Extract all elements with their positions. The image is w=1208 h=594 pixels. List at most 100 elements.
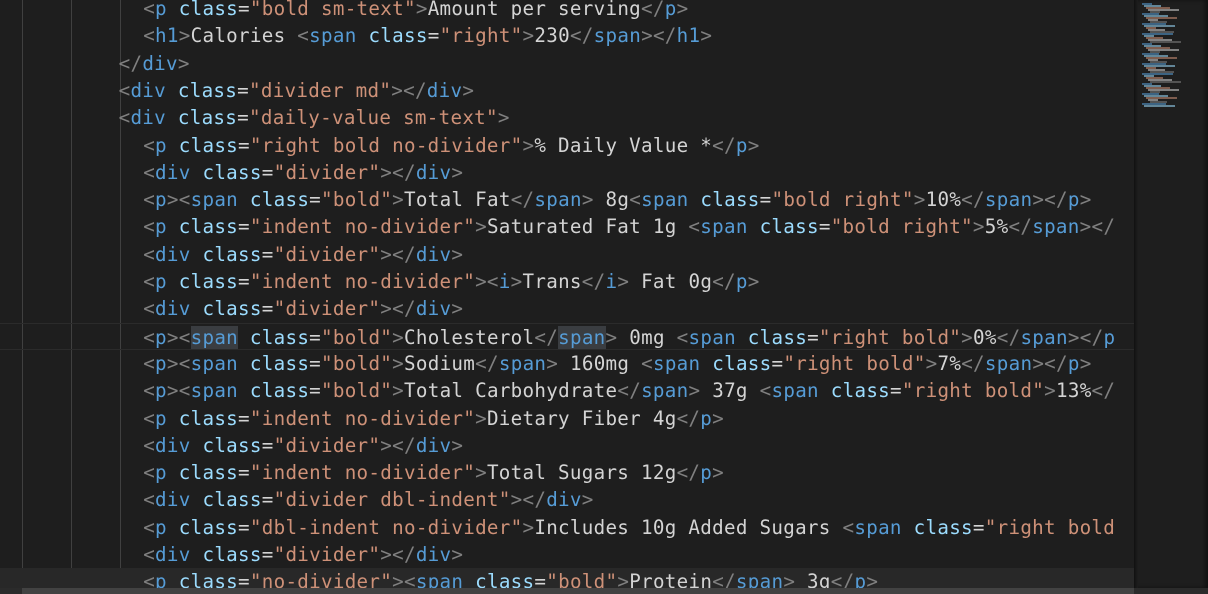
code-token: > [925, 351, 938, 375]
minimap-shadow [1134, 0, 1138, 588]
code-line[interactable]: <p><span class="bold">Sodium</span> 160m… [0, 350, 1134, 377]
minimap[interactable] [1134, 0, 1208, 588]
code-token: span [498, 351, 547, 375]
code-token: > [1044, 379, 1056, 403]
code-token: > [546, 351, 559, 375]
code-line[interactable]: <p class="indent no-divider">Total Sugar… [0, 459, 1134, 486]
code-token: span [309, 24, 357, 48]
code-line[interactable]: <div class="daily-value sm-text"> [0, 104, 1134, 131]
code-token: class [178, 461, 239, 485]
code-token: class [178, 406, 239, 430]
code-line-content: <div class="divider"></div> [143, 541, 463, 568]
code-line-content: <p><span class="bold">Cholesterol</span>… [143, 324, 1115, 351]
code-token: p [155, 515, 167, 539]
minimap-row [1150, 81, 1181, 83]
code-token: span [854, 515, 902, 539]
code-token: > [688, 379, 701, 403]
code-line[interactable]: <p><span class="bold">Total Carbohydrate… [0, 377, 1134, 404]
code-token: class [202, 488, 262, 512]
code-token: div [415, 433, 452, 457]
code-token: "divider" [273, 543, 381, 566]
code-line[interactable]: <div class="divider"></div> [0, 541, 1134, 568]
code-token: ></ [380, 433, 416, 457]
code-token: > [178, 24, 191, 48]
code-line[interactable]: <p class="indent no-divider">Dietary Fib… [0, 405, 1134, 432]
code-token: > [581, 188, 594, 212]
code-line[interactable]: <p class="bold sm-text">Amount per servi… [0, 0, 1134, 22]
code-token: p [1067, 188, 1080, 212]
code-line[interactable]: <p><span class="bold">Total Fat</span> 8… [0, 186, 1134, 213]
code-token: < [143, 160, 156, 184]
code-token: "no-divider" [249, 570, 393, 588]
code-token: > [451, 160, 464, 184]
code-token: > [605, 325, 618, 349]
code-line[interactable]: <p class="no-divider"><span class="bold"… [0, 568, 1134, 588]
code-token: < [143, 351, 156, 375]
code-token: > [972, 215, 985, 239]
horizontal-scrollbar[interactable] [0, 588, 1208, 594]
code-token: div [415, 242, 452, 266]
code-token: p [155, 325, 167, 349]
code-token: = [427, 24, 440, 48]
code-editor[interactable]: <p class="bold sm-text">Amount per servi… [0, 0, 1134, 588]
code-line[interactable]: <p class="indent no-divider">Saturated F… [0, 213, 1134, 240]
code-token: ></ [380, 543, 416, 566]
code-token: </ [569, 24, 594, 48]
code-token: > [451, 543, 464, 566]
code-token: </ [676, 406, 701, 430]
code-token: < [143, 24, 156, 48]
code-line[interactable]: <p class="right bold no-divider">% Daily… [0, 132, 1134, 159]
code-line[interactable]: </div> [0, 50, 1134, 77]
code-token: </ [676, 461, 701, 485]
code-token: div [426, 78, 463, 102]
code-line[interactable]: <div class="divider"></div> [0, 241, 1134, 268]
code-token: > [392, 325, 405, 349]
code-token: class [202, 160, 262, 184]
code-token: < [629, 188, 642, 212]
code-token: Amount per serving [427, 0, 642, 20]
code-token: 8g [593, 188, 630, 212]
code-line-content: <div class="divider"></div> [143, 295, 463, 322]
code-token: ></ [380, 242, 416, 266]
code-token: div [546, 488, 582, 512]
code-token: = [534, 570, 547, 588]
code-line[interactable]: <p class="indent no-divider"><i>Trans</i… [0, 268, 1134, 295]
code-line[interactable]: <p class="dbl-indent no-divider">Include… [0, 514, 1134, 541]
code-token: > [1079, 188, 1092, 212]
code-token: = [261, 488, 274, 512]
code-token: "right bold" [901, 379, 1045, 403]
code-token: > [712, 406, 725, 430]
code-line[interactable]: <div class="divider dbl-indent"></div> [0, 486, 1134, 513]
code-token: "right bold" [783, 351, 926, 375]
code-line[interactable]: <div class="divider"></div> [0, 295, 1134, 322]
code-line[interactable]: <p><span class="bold">Cholesterol</span>… [0, 322, 1134, 351]
horizontal-scrollbar-thumb[interactable] [22, 588, 1134, 594]
code-line[interactable]: <div class="divider md"></div> [0, 77, 1134, 104]
code-line[interactable]: <h1>Calories <span class="right">230</sp… [0, 22, 1134, 49]
code-token: span [415, 570, 464, 588]
code-line[interactable]: <div class="divider"></div> [0, 432, 1134, 459]
code-line-content: <p class="bold sm-text">Amount per servi… [143, 0, 688, 22]
code-token: p [155, 133, 167, 157]
code-token: 230 [534, 24, 570, 48]
code-token: p [155, 0, 167, 20]
code-token: ></ [641, 24, 677, 48]
code-line[interactable]: <div class="divider"></div> [0, 159, 1134, 186]
code-token: i [605, 270, 618, 293]
code-token: >< [166, 379, 191, 403]
code-token: </ [712, 133, 736, 157]
code-token: "indent no-divider" [249, 270, 476, 293]
code-token: </ [510, 188, 535, 212]
code-token: span [1032, 215, 1080, 239]
code-token: 160mg [558, 351, 642, 375]
code-token: p [1067, 351, 1080, 375]
